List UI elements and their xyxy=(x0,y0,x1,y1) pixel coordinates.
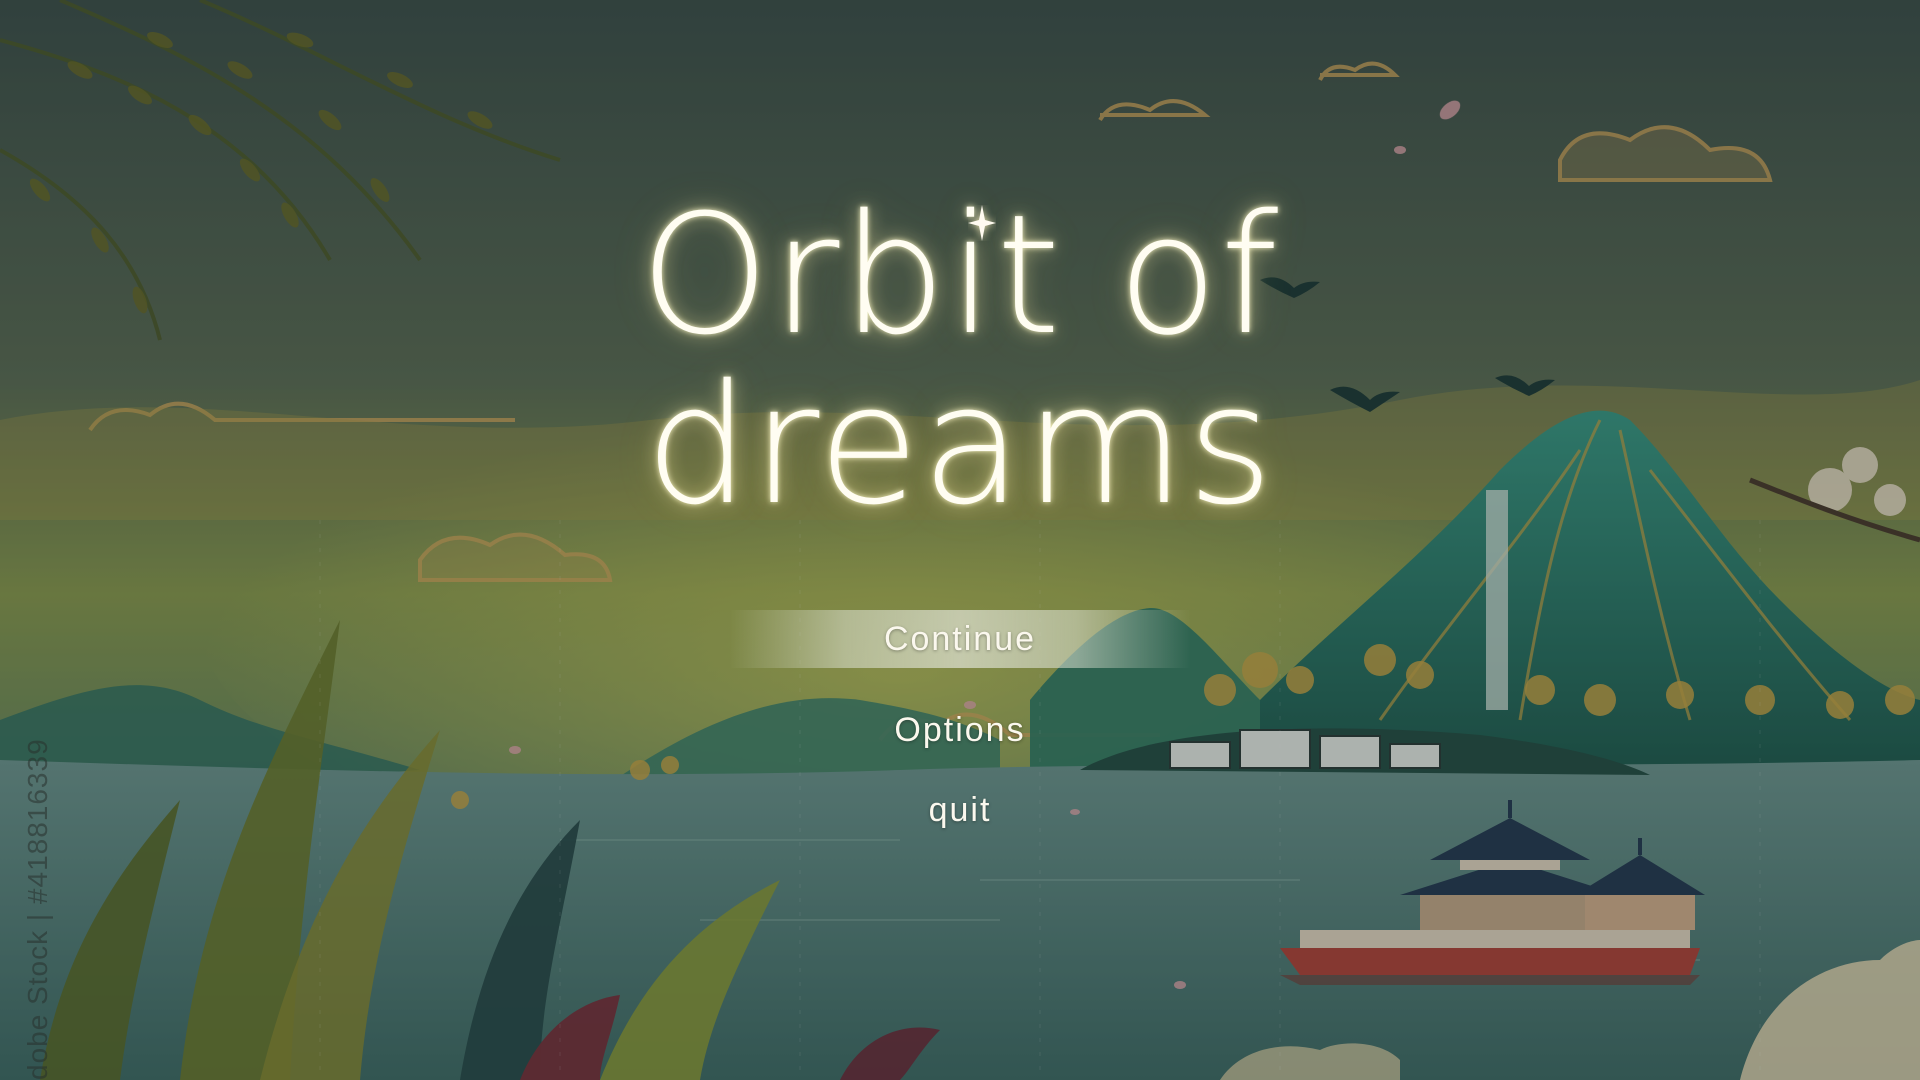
game-title-line-2: dreams xyxy=(644,349,1276,541)
game-title-line-1: Orbit of xyxy=(639,179,1281,371)
quit-button[interactable]: quit xyxy=(0,785,1920,835)
sparkle-icon xyxy=(968,205,996,241)
stock-watermark: dobe Stock | #418816339 xyxy=(22,738,53,1080)
options-button[interactable]: Options xyxy=(0,705,1920,755)
continue-button[interactable]: Continue xyxy=(0,610,1920,668)
